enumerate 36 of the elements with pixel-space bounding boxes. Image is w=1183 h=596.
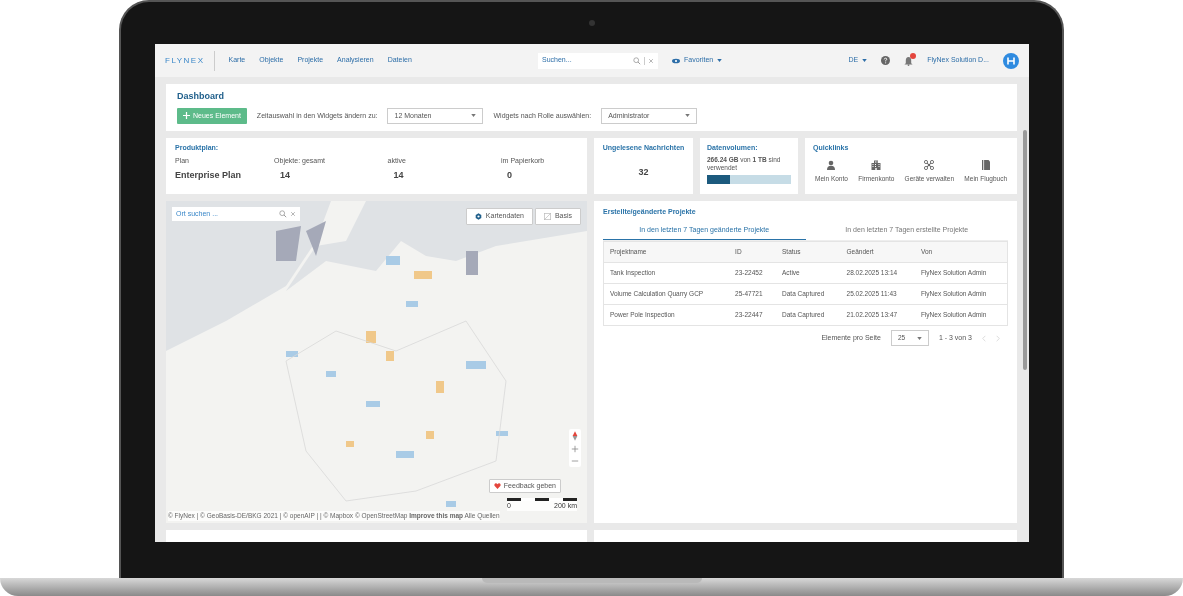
building-icon xyxy=(871,159,882,170)
avatar-icon[interactable] xyxy=(1003,52,1019,69)
plan-value: 0 xyxy=(506,169,514,182)
close-icon[interactable] xyxy=(648,57,654,64)
caret-icon xyxy=(471,114,477,118)
plus-icon xyxy=(183,112,190,120)
layers-icon xyxy=(543,212,551,220)
caret-icon xyxy=(685,114,691,118)
plan-value: 14 xyxy=(279,169,292,182)
person-icon xyxy=(826,159,837,170)
plan-value: 14 xyxy=(392,169,405,182)
notification-badge xyxy=(910,52,917,59)
plan-value: Enterprise Plan xyxy=(175,169,243,182)
search-icon xyxy=(279,210,287,218)
drone-icon xyxy=(924,159,935,170)
map-controls[interactable] xyxy=(569,429,581,467)
close-icon[interactable] xyxy=(290,211,296,217)
caret-icon xyxy=(862,59,868,62)
gear-icon xyxy=(474,212,482,220)
caret-icon xyxy=(916,336,922,340)
bell-icon[interactable] xyxy=(904,55,914,66)
page-title: Dashboard xyxy=(177,90,225,103)
search-icon xyxy=(633,56,641,65)
caret-icon xyxy=(717,59,723,62)
divider xyxy=(644,56,645,65)
zoom-in-icon[interactable] xyxy=(571,445,579,453)
message-count: 32 xyxy=(637,165,650,179)
camera-icon xyxy=(589,20,595,26)
compass-icon[interactable] xyxy=(571,431,579,441)
help-icon[interactable] xyxy=(881,56,891,65)
zoom-out-icon[interactable] xyxy=(571,457,579,465)
eye-icon xyxy=(672,57,680,64)
book-icon xyxy=(980,159,991,170)
scrollbar-thumb[interactable] xyxy=(1023,130,1027,370)
app-logo[interactable]: FLYNEX xyxy=(165,50,215,71)
heart-icon xyxy=(493,482,501,489)
